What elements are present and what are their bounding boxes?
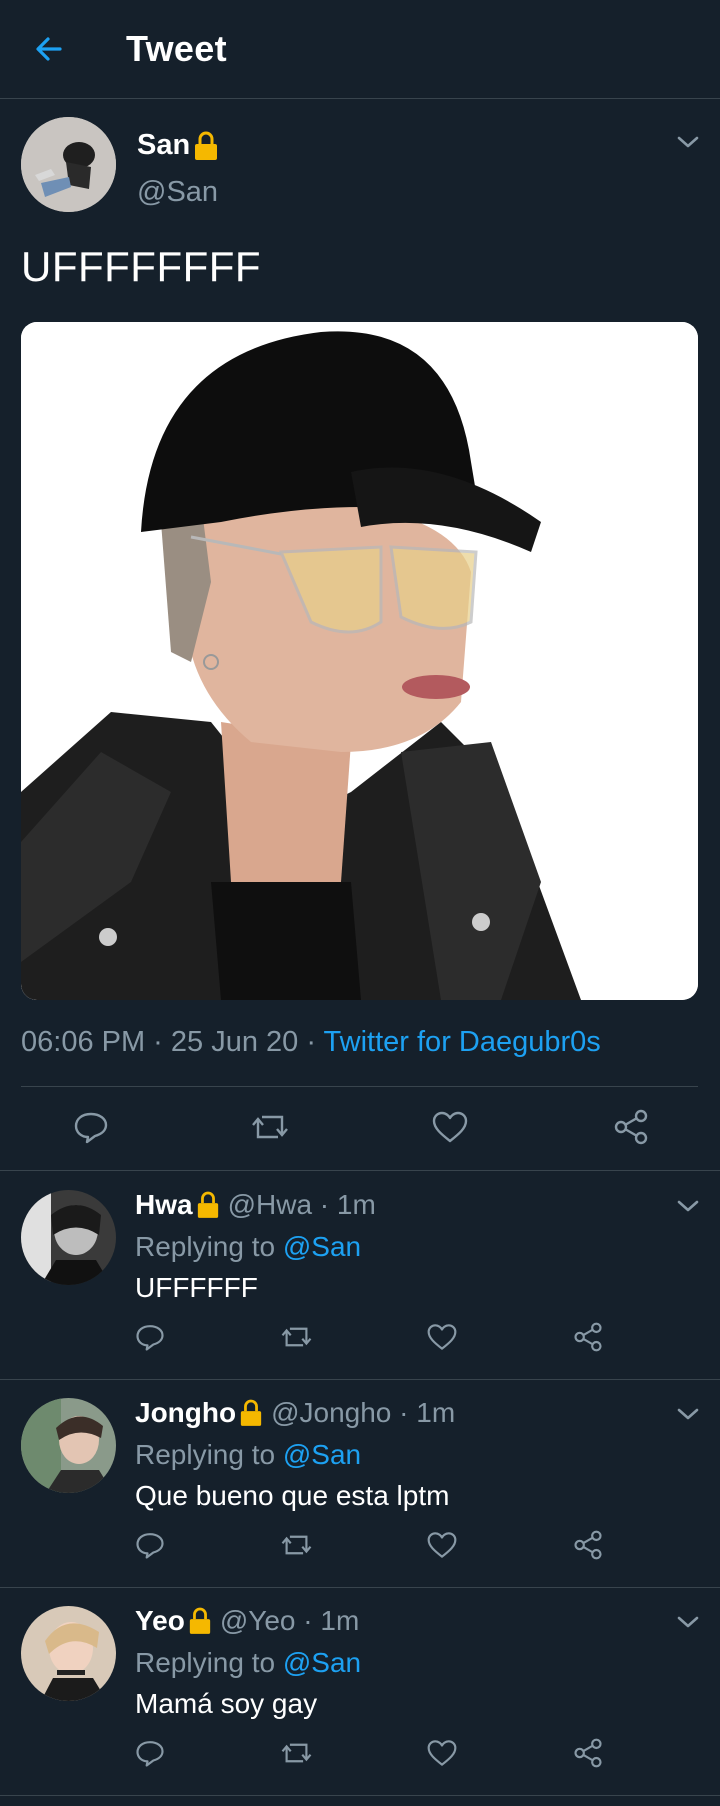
tweet-media-image[interactable] (21, 322, 698, 1000)
display-name[interactable]: San (137, 129, 190, 162)
author-handle-time: @Hwa · 1m (227, 1189, 376, 1220)
display-name[interactable]: Jongho (135, 1397, 236, 1429)
share-icon[interactable] (572, 1322, 604, 1352)
arrow-left-icon[interactable] (30, 30, 68, 68)
author-name-row: Yeo @Yeo · 1m (135, 1605, 359, 1637)
share-icon[interactable] (572, 1738, 604, 1768)
lock-icon (196, 1191, 220, 1219)
display-name[interactable]: Yeo (135, 1605, 185, 1637)
like-icon[interactable] (431, 1109, 469, 1145)
reply-icon[interactable] (135, 1322, 165, 1352)
chevron-down-icon[interactable] (676, 134, 700, 150)
lock-icon (193, 131, 219, 161)
reply-tweet[interactable]: Hwa @Hwa · 1m Replying to @San UFFFFFF (0, 1172, 720, 1380)
tweet-actions (0, 1103, 720, 1153)
tweet-text: UFFFFFFFF (21, 243, 262, 290)
main-tweet: San @San UFFFFFFFF 06:06 PM · 25 Jun 20 … (0, 100, 720, 1171)
mention-link[interactable]: @San (283, 1647, 361, 1678)
page-title: Tweet (126, 28, 227, 69)
reply-actions (0, 1738, 720, 1778)
author-handle[interactable]: @San (137, 176, 218, 209)
reply-actions (0, 1322, 720, 1362)
reply-text: Mamá soy gay (135, 1688, 318, 1719)
tweet-client-link[interactable]: Twitter for Daegubr0s (324, 1026, 601, 1058)
reply-actions (0, 1530, 720, 1570)
author-name-row: San (137, 129, 219, 162)
avatar[interactable] (21, 1190, 116, 1285)
avatar[interactable] (21, 1398, 116, 1493)
lock-icon (188, 1607, 212, 1635)
retweet-icon[interactable] (280, 1322, 313, 1352)
avatar[interactable] (21, 1606, 116, 1701)
replying-to: Replying to @San (135, 1439, 361, 1471)
replying-to-label: Replying to (135, 1439, 283, 1470)
author-handle-time: @Yeo · 1m (219, 1605, 360, 1636)
replying-to: Replying to @San (135, 1231, 361, 1263)
divider (21, 1086, 698, 1087)
reply-icon[interactable] (135, 1530, 165, 1560)
share-icon[interactable] (572, 1530, 604, 1560)
avatar[interactable] (21, 117, 116, 212)
chevron-down-icon[interactable] (676, 1406, 700, 1422)
chevron-down-icon[interactable] (676, 1614, 700, 1630)
reply-icon[interactable] (135, 1738, 165, 1768)
reply-tweet[interactable]: Jongho @Jongho · 1m Replying to @San Que… (0, 1380, 720, 1588)
replying-to-label: Replying to (135, 1647, 283, 1678)
retweet-icon[interactable] (280, 1530, 313, 1560)
tweet-meta: 06:06 PM · 25 Jun 20 · Twitter for Daegu… (21, 1026, 601, 1059)
like-icon[interactable] (426, 1530, 458, 1560)
share-icon[interactable] (612, 1109, 650, 1145)
retweet-icon[interactable] (280, 1738, 313, 1768)
author-handle-time: @Jongho · 1m (271, 1397, 456, 1428)
tweet-timestamp: 06:06 PM · 25 Jun 20 · (21, 1026, 324, 1058)
top-bar: Tweet (0, 0, 720, 99)
replying-to: Replying to @San (135, 1647, 361, 1679)
mention-link[interactable]: @San (283, 1439, 361, 1470)
chevron-down-icon[interactable] (676, 1198, 700, 1214)
lock-icon (239, 1399, 263, 1427)
display-name[interactable]: Hwa (135, 1189, 193, 1221)
reply-text: Que bueno que esta lptm (135, 1480, 450, 1511)
retweet-icon[interactable] (250, 1109, 290, 1145)
reply-icon[interactable] (73, 1109, 109, 1145)
mention-link[interactable]: @San (283, 1231, 361, 1262)
reply-tweet[interactable]: Yeo @Yeo · 1m Replying to @San Mamá soy … (0, 1588, 720, 1796)
replying-to-label: Replying to (135, 1231, 283, 1262)
reply-text: UFFFFFF (135, 1272, 258, 1303)
like-icon[interactable] (426, 1322, 458, 1352)
like-icon[interactable] (426, 1738, 458, 1768)
author-name-row: Hwa @Hwa · 1m (135, 1189, 376, 1221)
author-name-row: Jongho @Jongho · 1m (135, 1397, 455, 1429)
